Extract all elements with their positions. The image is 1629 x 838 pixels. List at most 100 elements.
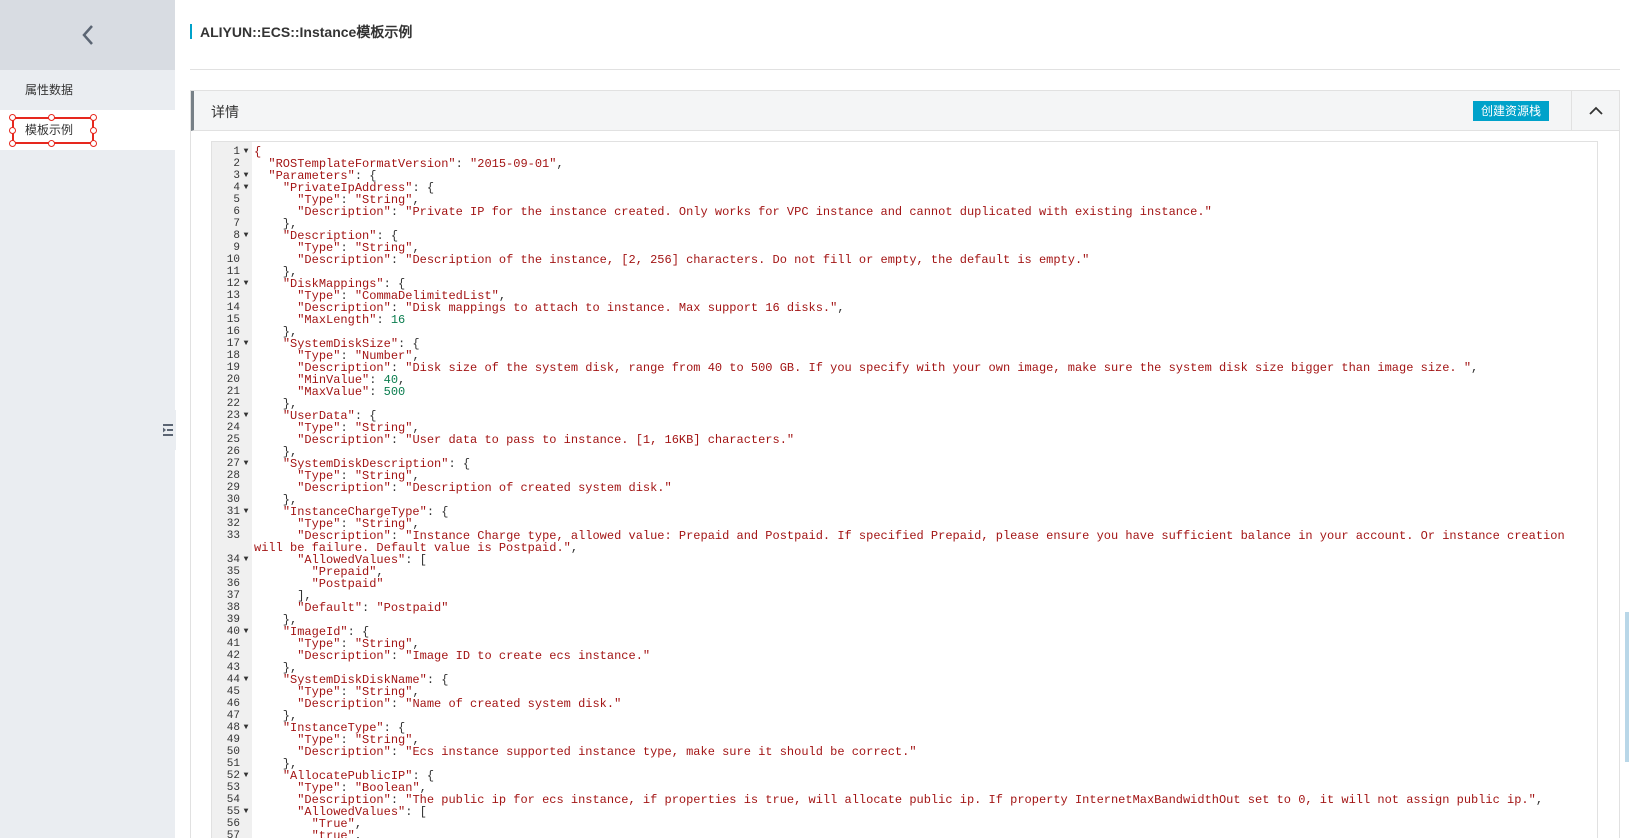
code-text: "Description": "Instance Charge type, al… [254, 529, 1572, 555]
line-number: 32 [226, 518, 240, 530]
line-number: 13 [226, 290, 240, 302]
fold-toggle-icon[interactable]: ▼ [240, 182, 252, 194]
line-number: 35 [226, 566, 240, 578]
panel-header: 详情 创建资源栈 [191, 91, 1619, 131]
line-number: 26 [226, 446, 240, 458]
code-text: "MinValue": 40, [297, 373, 406, 387]
code-line: 56 "True", [212, 818, 1597, 830]
code-text: }, [254, 493, 298, 507]
fold-toggle-icon[interactable]: ▼ [240, 278, 252, 290]
code-text: "ImageId": { [282, 625, 370, 639]
fold-toggle-icon[interactable]: ▼ [240, 170, 252, 182]
code-line: 23 ▼ "UserData": { [212, 410, 1597, 422]
fold-toggle-icon[interactable]: ▼ [240, 722, 252, 734]
code-line: 36 "Postpaid" [212, 578, 1597, 590]
resize-handle [90, 127, 97, 134]
code-text: "MaxValue": 500 [297, 385, 406, 399]
line-number: 1 [233, 146, 240, 158]
line-number: 52 [226, 770, 240, 782]
line-number: 42 [226, 650, 240, 662]
code-text: "InstanceType": { [282, 721, 406, 735]
fold-toggle-icon[interactable]: ▼ [240, 338, 252, 350]
create-stack-button[interactable]: 创建资源栈 [1472, 101, 1549, 121]
line-number: 50 [226, 746, 240, 758]
line-number: 45 [226, 686, 240, 698]
code-line: 25 "Description": "User data to pass to … [212, 434, 1597, 446]
fold-toggle-icon[interactable]: ▼ [240, 554, 252, 566]
code-text: "Prepaid", [311, 565, 384, 579]
code-text: "true", [311, 829, 363, 838]
sidebar-item-template-example[interactable]: 模板示例 [0, 110, 175, 150]
fold-toggle-icon[interactable]: ▼ [240, 410, 252, 422]
code-line: 31 ▼ "InstanceChargeType": { [212, 506, 1597, 518]
fold-toggle-icon[interactable]: ▼ [240, 506, 252, 518]
code-text: }, [254, 613, 298, 627]
code-text: }, [254, 265, 298, 279]
code-text: "AllowedValues": [ [297, 805, 427, 819]
fold-toggle-icon[interactable]: ▼ [240, 770, 252, 782]
code-text: "SystemDiskDiskName": { [282, 673, 449, 687]
code-text: }, [254, 661, 298, 675]
code-line: 7 }, [212, 218, 1597, 230]
line-number: 30 [226, 494, 240, 506]
fold-toggle-icon[interactable]: ▼ [240, 146, 252, 158]
fold-toggle-icon[interactable]: ▼ [240, 230, 252, 242]
code-line: 6 "Description": "Private IP for the ins… [212, 206, 1597, 218]
code-line: 10 "Description": "Description of the in… [212, 254, 1597, 266]
scrollbar-thumb[interactable] [1625, 612, 1629, 762]
code-text: "ROSTemplateFormatVersion": "2015-09-01"… [268, 157, 564, 171]
code-text: }, [254, 397, 298, 411]
line-number: 12 [226, 278, 240, 290]
fold-toggle-icon[interactable]: ▼ [240, 806, 252, 818]
fold-toggle-icon[interactable]: ▼ [240, 674, 252, 686]
line-number: 36 [226, 578, 240, 590]
code-line: 42 "Description": "Image ID to create ec… [212, 650, 1597, 662]
line-number: 39 [226, 614, 240, 626]
code-line: 15 "MaxLength": 16 [212, 314, 1597, 326]
sidebar-item-property-data[interactable]: 属性数据 [0, 70, 175, 110]
code-text: "Description": "The public ip for ecs in… [297, 793, 1544, 807]
code-text: "Description": "Image ID to create ecs i… [297, 649, 651, 663]
line-number: 14 [226, 302, 240, 314]
line-number: 7 [233, 218, 240, 230]
code-line: 16 }, [212, 326, 1597, 338]
chevron-left-icon[interactable] [76, 23, 100, 47]
line-number: 5 [233, 194, 240, 206]
line-number: 23 [226, 410, 240, 422]
code-editor[interactable]: 1 ▼{2 "ROSTemplateFormatVersion": "2015-0… [211, 141, 1598, 838]
outdent-icon[interactable] [160, 410, 176, 450]
line-number: 47 [226, 710, 240, 722]
fold-toggle-icon[interactable]: ▼ [240, 626, 252, 638]
code-text: }, [254, 325, 298, 339]
line-number: 27 [226, 458, 240, 470]
code-text: "InstanceChargeType": { [282, 505, 449, 519]
code-line: 38 "Default": "Postpaid" [212, 602, 1597, 614]
fold-toggle-icon[interactable]: ▼ [240, 458, 252, 470]
code-line: 39 }, [212, 614, 1597, 626]
line-number: 31 [226, 506, 240, 518]
line-number: 28 [226, 470, 240, 482]
chevron-up-icon[interactable] [1571, 91, 1619, 130]
code-text: "Description": "User data to pass to ins… [297, 433, 795, 447]
code-text: }, [254, 709, 298, 723]
code-text: "Description": "Name of created system d… [297, 697, 622, 711]
sidebar-header [0, 0, 175, 70]
